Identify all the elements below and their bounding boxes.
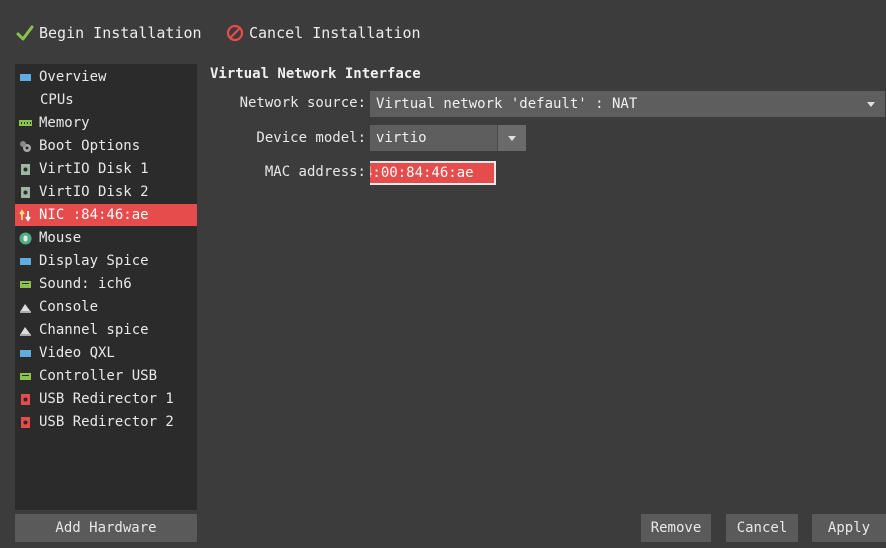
sidebar-item-sound[interactable]: Sound: ich6 <box>15 273 197 295</box>
mac-address-selection: 4:00:84:46:ae <box>370 163 494 183</box>
disk-icon <box>19 186 32 199</box>
sidebar-item-nic[interactable]: NIC :84:46:ae <box>15 204 197 226</box>
device-model-label: Device model: <box>256 130 366 146</box>
usb-icon <box>19 393 32 406</box>
monitor-icon <box>19 71 32 84</box>
chevron-down-icon <box>497 125 526 151</box>
usb-icon <box>19 416 32 429</box>
memory-icon <box>19 117 32 130</box>
sidebar-item-console[interactable]: Console <box>15 296 197 318</box>
checkmark-icon <box>16 25 34 41</box>
network-icon <box>19 208 32 222</box>
network-source-select[interactable]: Virtual network 'default' : NAT <box>370 91 885 117</box>
terminal-icon <box>19 301 32 314</box>
toolbar: Begin Installation Cancel Installation <box>0 0 886 62</box>
begin-installation-button[interactable]: Begin Installation <box>16 22 202 44</box>
sidebar-item-usb-redirector-2[interactable]: USB Redirector 2 <box>15 411 197 433</box>
terminal-icon <box>19 324 32 337</box>
mac-address-label: MAC address: <box>264 164 366 180</box>
cancel-button[interactable]: Cancel <box>726 514 798 542</box>
device-model-select[interactable]: virtio <box>370 125 526 151</box>
gears-icon <box>19 140 32 153</box>
cancel-installation-label: Cancel Installation <box>249 24 421 42</box>
sidebar-item-channel-spice[interactable]: Channel spice <box>15 319 197 341</box>
card-icon <box>19 370 32 383</box>
add-hardware-button[interactable]: Add Hardware <box>15 514 197 542</box>
disk-icon <box>19 163 32 176</box>
sidebar-item-controller-usb[interactable]: Controller USB <box>15 365 197 387</box>
network-source-label: Network source: <box>239 95 366 111</box>
sidebar-item-boot-options[interactable]: Boot Options <box>15 135 197 157</box>
chevron-down-icon <box>857 91 885 117</box>
remove-button[interactable]: Remove <box>641 514 711 542</box>
sidebar-item-mouse[interactable]: Mouse <box>15 227 197 249</box>
no-entry-icon <box>226 24 244 42</box>
sidebar-item-memory[interactable]: Memory <box>15 112 197 134</box>
apply-button[interactable]: Apply <box>812 514 886 542</box>
sidebar-item-video-qxl[interactable]: Video QXL <box>15 342 197 364</box>
network-source-value: Virtual network 'default' : NAT <box>376 96 638 112</box>
panel-title: Virtual Network Interface <box>210 66 421 82</box>
sidebar-item-display-spice[interactable]: Display Spice <box>15 250 197 272</box>
device-model-value: virtio <box>376 130 427 146</box>
sidebar-item-cpus[interactable]: CPUs <box>15 89 197 111</box>
hardware-list: Overview CPUs Memory Boot Options VirtIO… <box>15 64 197 510</box>
begin-installation-label: Begin Installation <box>39 24 202 42</box>
card-icon <box>19 278 32 291</box>
sidebar-item-virtio-disk-2[interactable]: VirtIO Disk 2 <box>15 181 197 203</box>
sidebar-item-usb-redirector-1[interactable]: USB Redirector 1 <box>15 388 197 410</box>
sidebar-item-overview[interactable]: Overview <box>15 66 197 88</box>
cancel-installation-button[interactable]: Cancel Installation <box>226 22 421 44</box>
sidebar-item-virtio-disk-1[interactable]: VirtIO Disk 1 <box>15 158 197 180</box>
monitor-icon <box>19 347 32 360</box>
mac-address-value: 4:00:84:46:ae <box>370 165 474 181</box>
mac-address-input[interactable]: 4:00:84:46:ae <box>370 161 496 185</box>
mouse-icon <box>19 232 32 245</box>
monitor-icon <box>19 255 32 268</box>
